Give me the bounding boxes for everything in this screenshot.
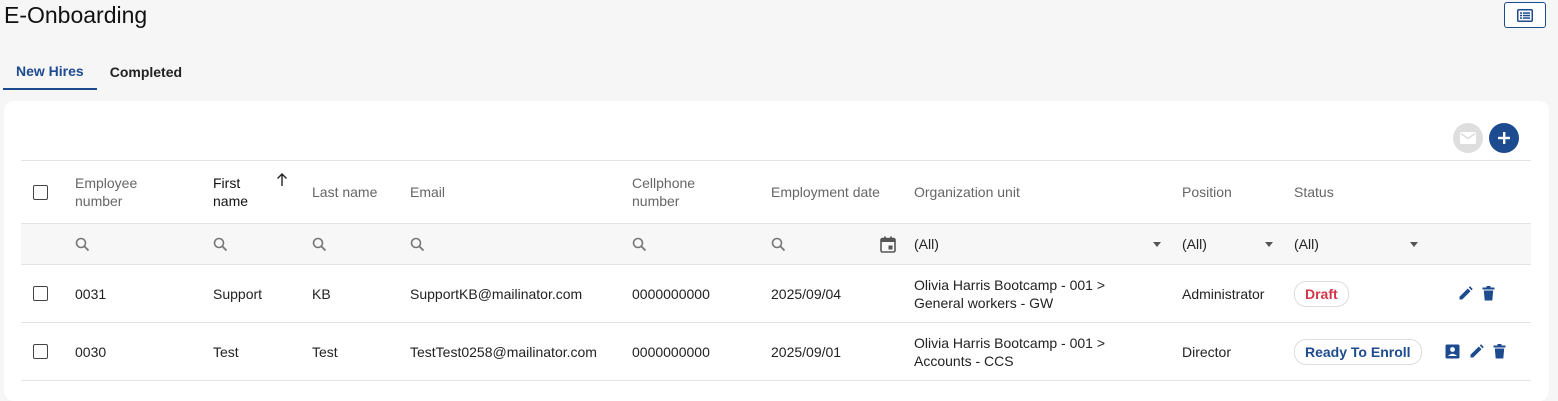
cell-status: Ready To Enroll — [1294, 323, 1422, 380]
row-actions — [1445, 323, 1506, 380]
cell-employee-number: 0030 — [75, 343, 107, 360]
cell-position: Director — [1182, 343, 1232, 360]
search-icon — [75, 237, 90, 251]
cell-organization-unit: Olivia Harris Bootcamp - 001 > General wo… — [914, 276, 1106, 311]
filter-first-name[interactable] — [213, 224, 228, 264]
filter-email[interactable] — [410, 224, 425, 264]
status-badge: Draft — [1294, 280, 1349, 307]
row-checkbox[interactable] — [33, 344, 48, 359]
cell-status: Draft — [1294, 265, 1349, 322]
header-status[interactable]: Status — [1294, 161, 1334, 223]
cell-email: SupportKB@mailinator.com — [410, 285, 583, 302]
filter-last-name[interactable] — [312, 224, 327, 264]
header-first-name[interactable]: First name — [213, 161, 248, 223]
new-hires-table: Employee number First name Last name Email… — [21, 160, 1531, 381]
cell-email: TestTest0258@mailinator.com — [410, 343, 597, 360]
search-icon — [632, 237, 647, 251]
cell-organization-unit: Olivia Harris Bootcamp - 001 > Accounts -… — [914, 334, 1106, 369]
row-select-cell — [33, 323, 48, 380]
cell-position: Administrator — [1182, 285, 1265, 302]
select-all-cell — [33, 161, 48, 223]
table-row[interactable]: 0031 Support KB SupportKB@mailinator.com… — [21, 264, 1531, 322]
cell-employment-date: 2025/09/04 — [771, 285, 842, 302]
row-actions — [1458, 265, 1495, 322]
search-icon — [312, 237, 327, 251]
filter-row: (All) (All) (All) — [21, 223, 1531, 264]
profile-card-icon — [1445, 344, 1460, 359]
filter-status-value: (All) — [1294, 236, 1319, 252]
grid-card: Employee number First name Last name Email… — [4, 101, 1549, 401]
delete-button[interactable] — [1493, 344, 1506, 359]
search-icon — [410, 237, 425, 251]
filter-employment-date[interactable] — [771, 224, 786, 264]
header-employment-date[interactable]: Employment date — [771, 161, 880, 223]
search-icon — [771, 237, 786, 251]
header-email[interactable]: Email — [410, 161, 445, 223]
calendar-icon — [880, 236, 896, 253]
cell-employee-number: 0031 — [75, 285, 107, 302]
tab-new-hires[interactable]: New Hires — [3, 53, 97, 90]
cell-last-name: Test — [312, 343, 338, 360]
edit-button[interactable] — [1469, 344, 1484, 359]
header-cellphone-number[interactable]: Cellphone number — [632, 161, 695, 223]
delete-button[interactable] — [1482, 286, 1495, 301]
header-organization-unit[interactable]: Organization unit — [914, 161, 1020, 223]
filter-cellphone[interactable] — [632, 224, 647, 264]
plus-icon — [1498, 132, 1510, 144]
add-new-hire-button[interactable] — [1489, 123, 1519, 153]
row-checkbox[interactable] — [33, 286, 48, 301]
status-badge: Ready To Enroll — [1294, 338, 1422, 365]
cell-cellphone: 0000000000 — [632, 343, 710, 360]
view-profile-button[interactable] — [1445, 344, 1460, 359]
filter-organization-unit-value: (All) — [914, 236, 939, 252]
header-last-name[interactable]: Last name — [312, 161, 377, 223]
chevron-down-icon — [1410, 241, 1418, 247]
cell-first-name: Support — [213, 285, 263, 302]
mail-icon — [1460, 132, 1476, 144]
filter-position-select[interactable]: (All) — [1182, 224, 1273, 264]
edit-button[interactable] — [1458, 286, 1473, 301]
filter-status-select[interactable]: (All) — [1294, 224, 1418, 264]
chevron-down-icon — [1265, 241, 1273, 247]
trash-icon — [1493, 344, 1506, 359]
select-all-checkbox[interactable] — [33, 184, 48, 200]
list-view-icon — [1517, 8, 1533, 22]
pencil-icon — [1459, 286, 1473, 300]
filter-employee-number[interactable] — [75, 224, 90, 264]
cell-last-name: KB — [312, 285, 331, 302]
table-row[interactable]: 0030 Test Test TestTest0258@mailinator.c… — [21, 322, 1531, 381]
chevron-down-icon — [1153, 241, 1161, 247]
table-header-row: Employee number First name Last name Email… — [21, 160, 1531, 223]
sort-ascending-icon[interactable] — [276, 173, 288, 192]
search-icon — [213, 237, 228, 251]
row-select-cell — [33, 265, 48, 322]
header-position[interactable]: Position — [1182, 161, 1232, 223]
cell-cellphone: 0000000000 — [632, 285, 710, 302]
cell-employment-date: 2025/09/01 — [771, 343, 842, 360]
send-email-button[interactable] — [1453, 123, 1483, 153]
tab-completed[interactable]: Completed — [97, 53, 195, 90]
view-toggle-button[interactable] — [1504, 2, 1546, 28]
pencil-icon — [1470, 344, 1484, 358]
filter-position-value: (All) — [1182, 236, 1207, 252]
header-employee-number[interactable]: Employee number — [75, 161, 137, 223]
filter-organization-unit-select[interactable]: (All) — [914, 224, 1161, 264]
trash-icon — [1482, 286, 1495, 301]
date-picker-button[interactable] — [880, 224, 896, 264]
page-title: E-Onboarding — [4, 2, 148, 28]
cell-first-name: Test — [213, 343, 239, 360]
tab-bar: New Hires Completed — [3, 53, 195, 90]
